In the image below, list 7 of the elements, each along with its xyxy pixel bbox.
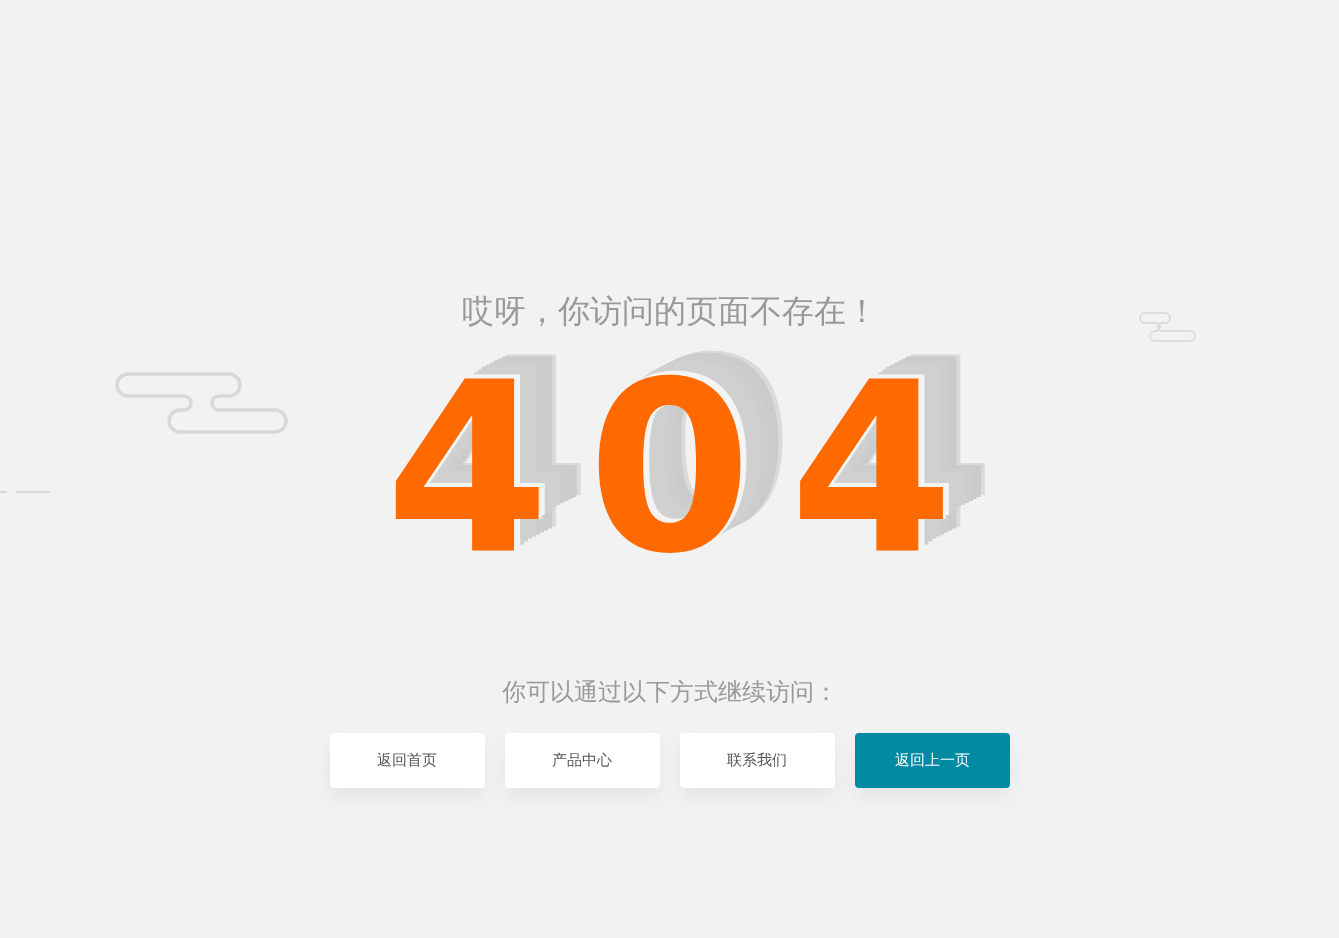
page-title: 哎呀，你访问的页面不存在！: [461, 292, 878, 331]
nav-button[interactable]: 产品中心: [504, 733, 660, 788]
suggestion-text: 你可以通过以下方式继续访问：: [501, 677, 838, 707]
nav-button[interactable]: 联系我们: [679, 733, 835, 788]
nav-button[interactable]: 返回首页: [329, 733, 485, 788]
back-button[interactable]: 返回上一页: [854, 733, 1010, 788]
error-code: 404: [385, 349, 992, 589]
